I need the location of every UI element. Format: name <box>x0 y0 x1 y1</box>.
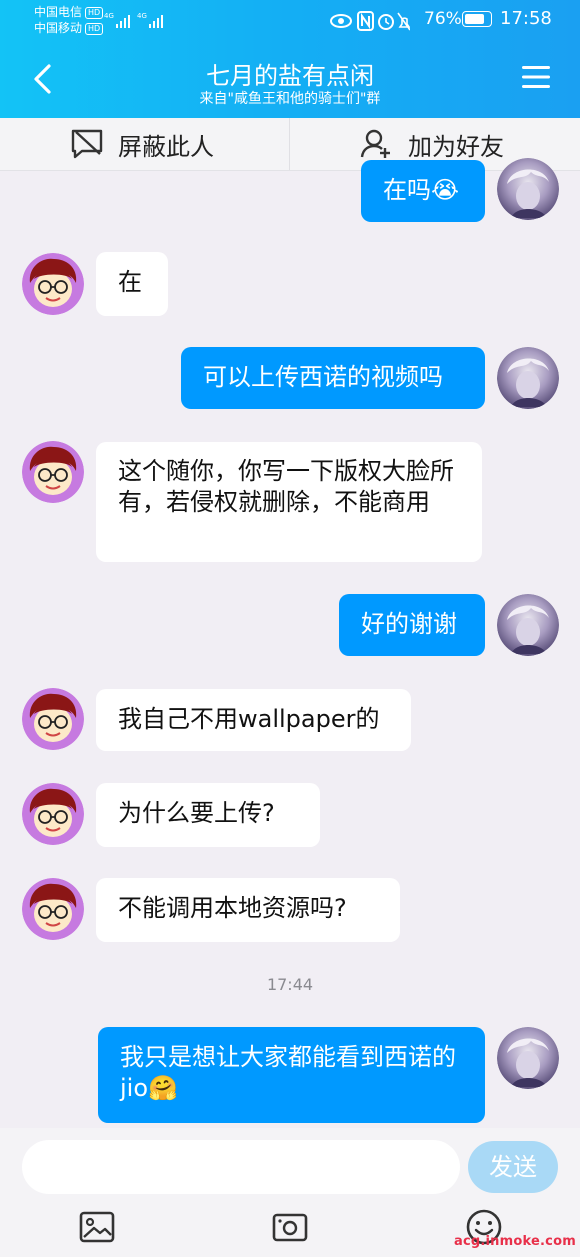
other-avatar[interactable] <box>22 253 84 315</box>
system-icons <box>330 11 410 31</box>
battery-fill <box>465 14 484 24</box>
mute-bell-icon <box>397 12 410 31</box>
other-avatar[interactable] <box>22 441 84 503</box>
message-bubble[interactable]: 在 <box>96 252 168 316</box>
block-user-button[interactable]: 屏蔽此人 <box>70 118 214 170</box>
chat-subtitle: 来自"咸鱼王和他的骑士们"群 <box>199 91 381 107</box>
add-friend-label: 加为好友 <box>408 132 504 161</box>
my-avatar[interactable] <box>497 594 559 656</box>
action-divider <box>289 118 290 170</box>
clock: 17:58 <box>500 8 552 29</box>
message-bubble[interactable]: 可以上传西诺的视频吗 <box>181 347 485 409</box>
alarm-icon <box>378 14 394 30</box>
eye-icon <box>330 14 352 28</box>
my-avatar[interactable] <box>497 347 559 409</box>
battery-icon <box>462 11 492 27</box>
my-avatar[interactable] <box>497 1027 559 1089</box>
block-chat-icon <box>71 129 103 159</box>
status-bar: 中国电信 HD 中国移动 HD 4G 4G 76% 17:58 <box>0 0 580 40</box>
signal-icon: 4G 4G <box>104 12 163 28</box>
add-person-icon <box>360 129 390 158</box>
other-avatar[interactable] <box>22 688 84 750</box>
watermark: acg.inmoke.com <box>454 1234 576 1249</box>
hd-badge: HD <box>85 6 104 19</box>
nfc-icon <box>357 11 374 31</box>
carrier-info: 中国电信 HD 中国移动 HD <box>34 4 104 36</box>
carrier-2: 中国移动 <box>34 21 83 35</box>
other-avatar[interactable] <box>22 783 84 845</box>
menu-icon[interactable] <box>520 64 552 90</box>
my-avatar[interactable] <box>497 158 559 220</box>
carrier-1: 中国电信 <box>34 5 83 19</box>
message-bubble[interactable]: 我自己不用wallpaper的 <box>96 689 411 751</box>
other-avatar[interactable] <box>22 878 84 940</box>
block-user-label: 屏蔽此人 <box>118 132 214 161</box>
send-button[interactable]: 发送 <box>468 1141 558 1193</box>
chat-title: 七月的盐有点闲 <box>206 62 374 90</box>
hd-badge: HD <box>85 22 104 35</box>
message-timestamp: 17:44 <box>266 975 314 994</box>
message-bubble[interactable]: 为什么要上传? <box>96 783 320 847</box>
action-bar: 屏蔽此人 加为好友 <box>0 118 580 171</box>
message-bubble[interactable]: 我只是想让大家都能看到西诺的jio🤗 <box>98 1027 485 1123</box>
battery-percent: 76% <box>424 9 462 29</box>
network-label: 4G <box>104 12 114 20</box>
network-label: 4G <box>137 12 147 20</box>
message-bubble[interactable]: 好的谢谢 <box>339 594 485 656</box>
top-bar: 中国电信 HD 中国移动 HD 4G 4G 76% 17:58 七月的盐有点闲 … <box>0 0 580 118</box>
message-bubble[interactable]: 在吗😭 <box>361 160 485 222</box>
message-bubble[interactable]: 这个随你，你写一下版权大脸所有，若侵权就删除，不能商用 <box>96 442 482 562</box>
image-icon[interactable] <box>78 1208 116 1246</box>
camera-icon[interactable] <box>271 1208 309 1246</box>
message-bubble[interactable]: 不能调用本地资源吗? <box>96 878 400 942</box>
message-input[interactable] <box>22 1140 460 1194</box>
